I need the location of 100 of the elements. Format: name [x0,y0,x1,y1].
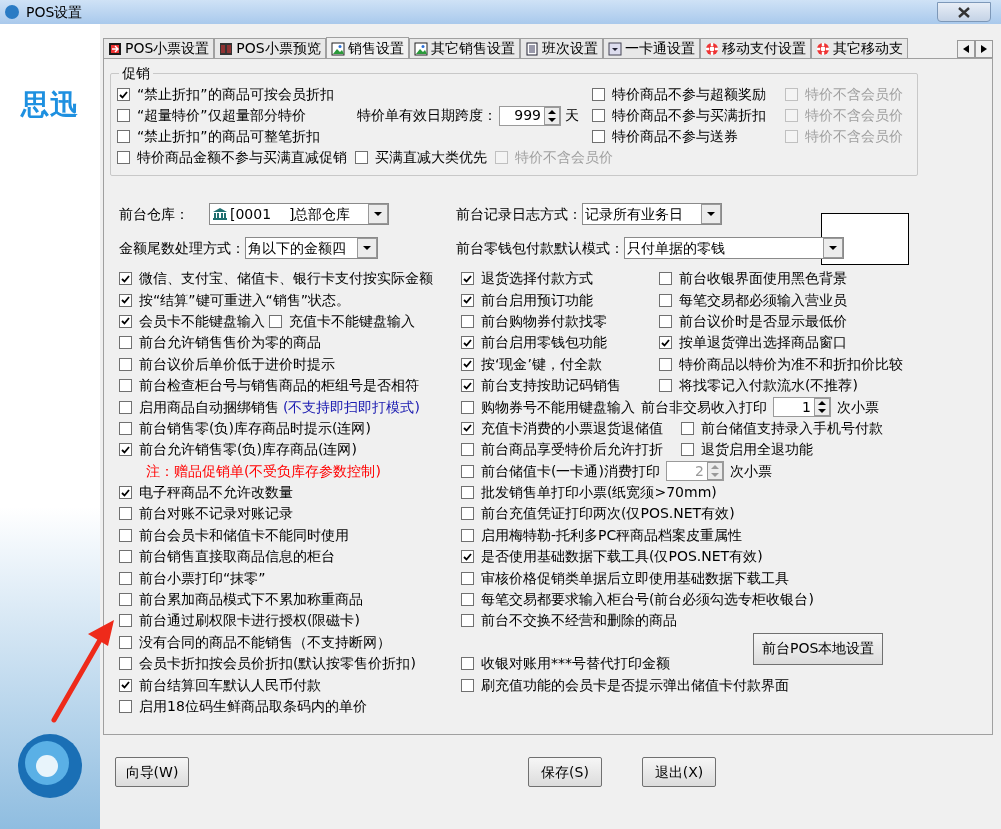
checkbox[interactable] [659,336,672,350]
dropdown[interactable]: 角以下的金额四 [245,237,378,259]
checkbox[interactable] [461,507,474,521]
checkbox[interactable] [659,293,672,307]
checkbox-label: 充值卡不能键盘输入 [289,311,415,331]
note-text: 注：赠品促销单(不受负库存参数控制) [146,461,381,481]
dialog-button[interactable]: 退出(X) [642,757,716,787]
checkbox[interactable] [119,421,132,435]
checkbox[interactable] [119,336,132,350]
tab[interactable]: 其它移动支 [810,38,908,58]
checkbox[interactable] [119,443,132,457]
spin-field[interactable]: 1 [773,397,831,418]
checkbox[interactable] [117,151,130,164]
checkbox[interactable] [592,109,605,122]
check-icon [121,317,130,326]
checkbox[interactable] [461,464,474,478]
checkbox[interactable] [592,130,605,143]
dialog-button[interactable]: 保存(S) [528,757,602,787]
checkbox[interactable] [461,678,474,692]
checkbox[interactable] [117,88,130,101]
checkbox[interactable] [461,314,474,328]
checkbox[interactable] [269,314,282,328]
checkbox[interactable] [461,421,474,435]
checkbox-label: 前台销售零(负)库存商品时提示(连网) [139,418,371,438]
checkbox[interactable] [461,272,474,286]
door-arrow-icon [108,41,122,56]
checkbox[interactable] [681,421,694,435]
dialog-button[interactable]: 向导(W) [115,757,189,787]
checkbox[interactable] [592,88,605,101]
checkbox[interactable] [659,314,672,328]
check-icon [463,424,472,433]
checkbox[interactable] [461,336,474,350]
group-title: 促销 [121,64,151,83]
checkbox-label: 特价不含会员价 [515,148,613,167]
tab[interactable]: POS小票设置 [103,38,215,58]
checkbox[interactable] [461,571,474,585]
checkbox[interactable] [461,657,474,671]
spin-label: 前台非交易收入打印 [641,397,767,417]
checkbox[interactable] [355,151,368,164]
checkbox[interactable] [119,635,132,649]
checkbox[interactable] [461,443,474,457]
checkbox-label: 前台储值卡(一卡通)消费打印 [481,461,660,481]
scroll-right-button[interactable] [975,40,993,58]
checkbox[interactable] [119,700,132,713]
checkbox[interactable] [461,593,474,607]
check-icon [661,338,670,347]
checkbox[interactable] [461,400,474,414]
scroll-left-button[interactable] [957,40,975,58]
checkbox[interactable] [681,443,694,457]
field-label: 前台记录日志方式： [456,204,582,224]
lifebuoy-icon [704,41,719,56]
tab[interactable]: 移动支付设置 [699,38,811,58]
checkbox[interactable] [119,272,132,286]
checkbox[interactable] [659,357,672,371]
checkbox-label: 将找零记入付款流水(不推荐) [679,376,858,396]
local-settings-button[interactable]: 前台POS本地设置 [753,632,884,665]
tab[interactable]: 一卡通设置 [602,38,700,58]
dropdown[interactable]: 记录所有业务日 [582,203,722,225]
checkbox[interactable] [117,130,130,143]
checkbox[interactable] [461,357,474,371]
checkbox[interactable] [119,657,132,671]
close-icon [958,6,970,18]
dropdown[interactable]: 只付单据的零钱 [624,237,844,259]
checkbox[interactable] [119,293,132,307]
checkbox[interactable] [119,314,132,328]
checkbox[interactable] [461,293,474,307]
tab[interactable]: POS小票预览 [214,38,326,58]
checkbox[interactable] [119,486,132,500]
checkbox[interactable] [119,593,132,607]
tab[interactable]: 销售设置 [325,37,409,58]
close-button[interactable] [937,2,991,22]
checkbox[interactable] [119,507,132,521]
checkbox[interactable] [119,379,132,393]
tab[interactable]: 其它销售设置 [408,38,520,58]
checkbox[interactable] [461,614,474,628]
checkbox[interactable] [119,528,132,542]
checkbox[interactable] [119,357,132,371]
checkbox[interactable] [659,379,672,393]
check-icon [463,338,472,347]
checkbox[interactable] [119,400,132,414]
checkbox[interactable] [461,528,474,542]
checkbox-label: 前台商品享受特价后允许打折 [481,440,663,460]
checkbox[interactable] [119,550,132,564]
checkbox-label: 启用商品自动捆绑销售 [139,397,279,417]
checkbox[interactable] [119,614,132,628]
checkbox[interactable] [659,272,672,286]
checkbox-label: 买满直减大类优先 [375,148,487,167]
checkbox[interactable] [461,550,474,564]
brand-logo: 思迅 [21,87,79,123]
tab[interactable]: 班次设置 [519,38,603,58]
checkbox[interactable] [461,486,474,500]
spin-label: 次小票 [837,397,879,417]
checkbox[interactable] [119,678,132,692]
checkbox-label: 前台通过刷权限卡进行授权(限磁卡) [139,611,360,631]
spin-field[interactable]: 999 [499,105,561,126]
checkbox[interactable] [119,571,132,585]
dropdown[interactable]: [0001 ]总部仓库 [209,203,389,225]
checkbox[interactable] [117,109,130,122]
checkbox[interactable] [461,379,474,393]
checkbox-label: 批发销售单打印小票(纸宽须>70mm) [481,483,717,503]
